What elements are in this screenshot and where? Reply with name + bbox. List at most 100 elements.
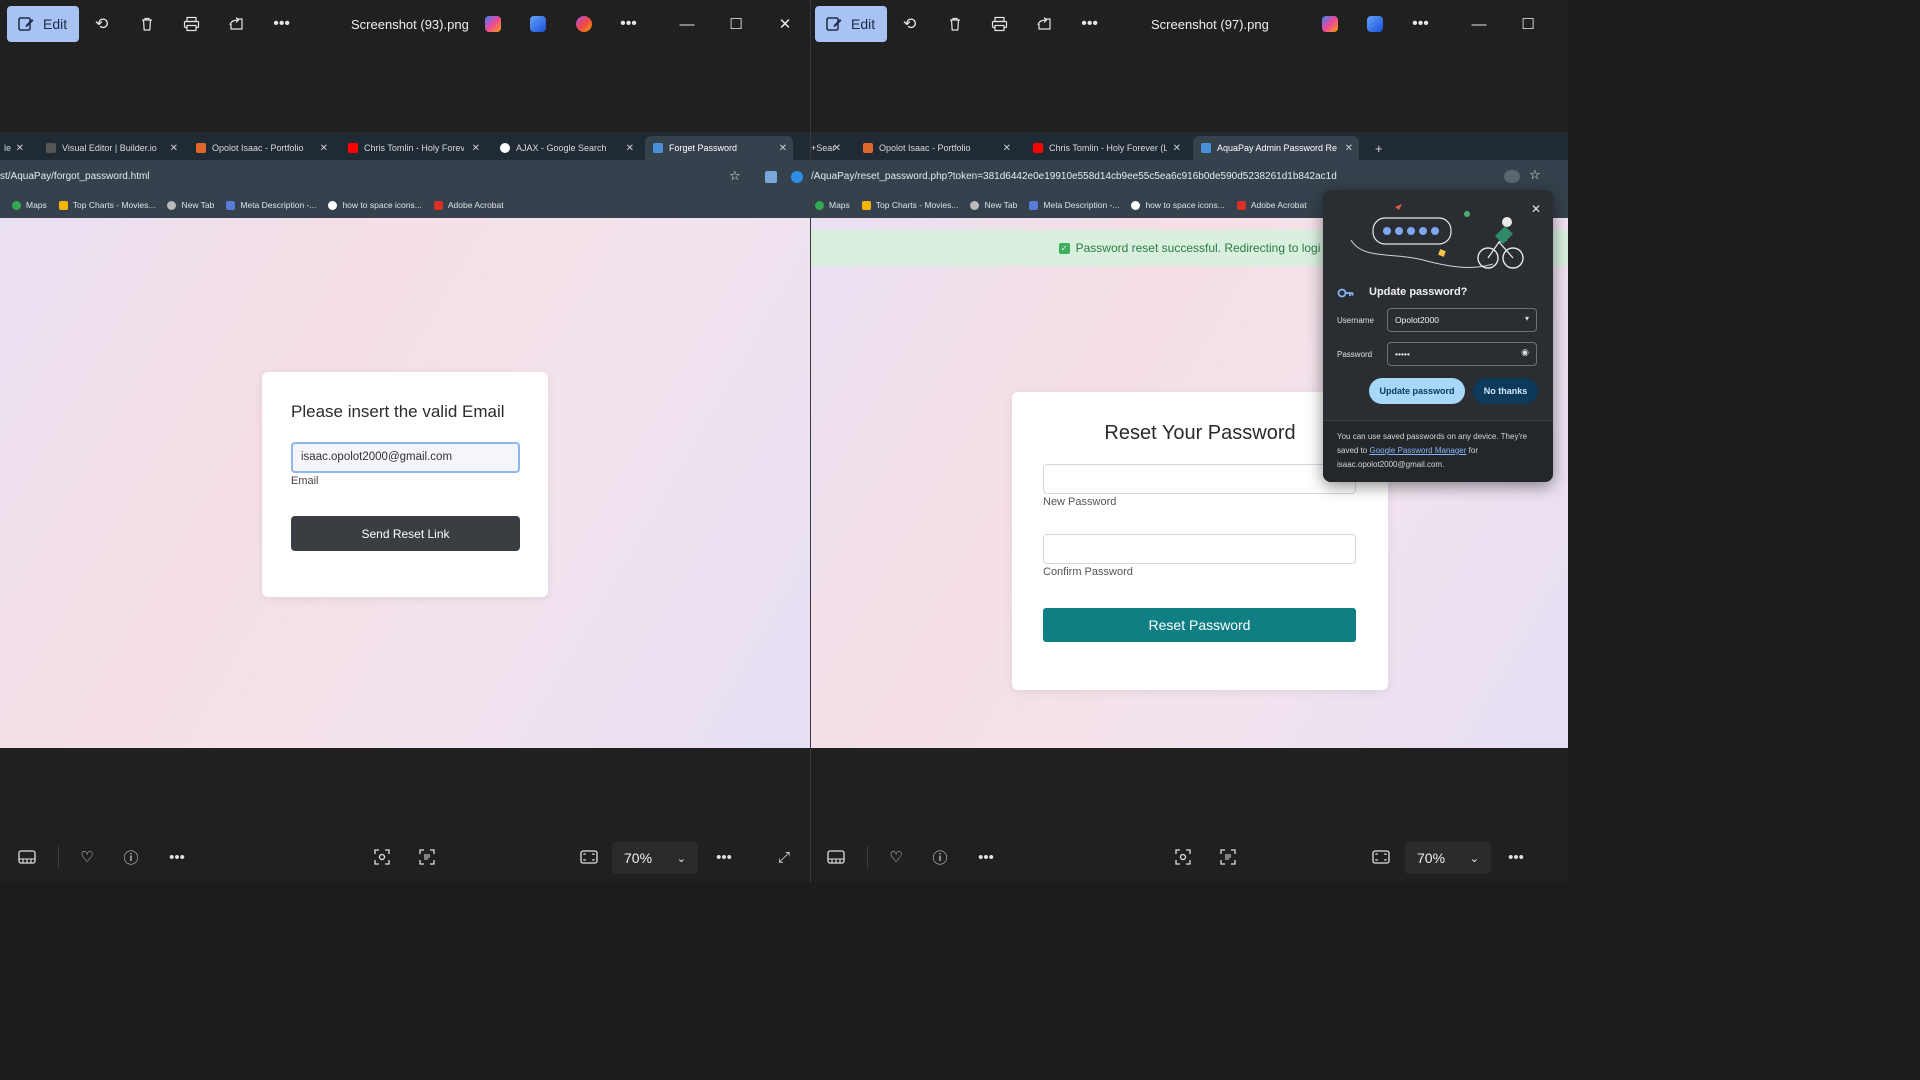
visual-search-icon[interactable]	[1168, 842, 1198, 872]
browser-tab[interactable]: Opolot Isaac - Portfolio ✕	[855, 136, 1017, 160]
close-tab-icon[interactable]: ✕	[170, 143, 178, 154]
close-icon[interactable]: ✕	[1531, 202, 1541, 216]
close-tab-icon[interactable]: ✕	[626, 143, 634, 154]
info-icon[interactable]: ⓘ	[925, 842, 955, 872]
youtube-favicon	[1033, 143, 1043, 153]
url-text[interactable]: /AquaPay/reset_password.php?token=381d64…	[811, 171, 1337, 182]
zoom-dropdown[interactable]: 70% ⌄	[1405, 842, 1491, 874]
clipchamp-icon[interactable]	[576, 16, 592, 32]
close-tab-icon[interactable]: ✕	[779, 143, 787, 154]
bookmark-space-icons[interactable]: how to space icons...	[322, 200, 427, 210]
url-text[interactable]: st/AquaPay/forgot_password.html	[0, 171, 150, 182]
info-icon[interactable]: ⓘ	[116, 842, 146, 872]
no-thanks-button[interactable]: No thanks	[1473, 378, 1538, 404]
bookmark-star-icon[interactable]: ☆	[729, 168, 741, 184]
acrobat-icon	[433, 200, 443, 210]
browser-tab[interactable]: Visual Editor | Builder.io ✕	[38, 136, 184, 160]
update-password-button[interactable]: Update password	[1369, 378, 1465, 404]
bookmark-maps[interactable]: Maps	[811, 200, 856, 210]
close-tab-icon[interactable]: ✕	[1003, 143, 1011, 154]
designer-icon[interactable]	[1367, 16, 1383, 32]
delete-icon[interactable]	[124, 6, 169, 42]
close-tab-icon[interactable]: ✕	[16, 143, 24, 154]
browser-tab-active[interactable]: Forget Password ✕	[645, 136, 793, 160]
bookmark-top-charts[interactable]: Top Charts - Movies...	[856, 200, 965, 210]
bookmark-new-tab[interactable]: New Tab	[161, 200, 220, 210]
password-field[interactable]: ••••• ◉	[1387, 342, 1537, 366]
minimize-icon[interactable]: —	[1456, 10, 1502, 38]
filmstrip-icon[interactable]	[821, 842, 851, 872]
delete-icon[interactable]	[932, 6, 977, 42]
close-tab-icon[interactable]: ✕	[833, 143, 841, 154]
maximize-icon[interactable]: ☐	[713, 10, 759, 38]
address-bar[interactable]: /AquaPay/reset_password.php?token=381d64…	[811, 160, 1568, 194]
fit-to-window-icon[interactable]	[574, 842, 604, 872]
text-scan-icon[interactable]	[412, 842, 442, 872]
browser-tab[interactable]: Opolot Isaac - Portfolio ✕	[188, 136, 334, 160]
bookmark-space-icons[interactable]: how to space icons...	[1125, 200, 1230, 210]
send-reset-link-button[interactable]: Send Reset Link	[291, 516, 520, 551]
copilot-icon[interactable]	[485, 16, 501, 32]
more-options-icon[interactable]: •••	[971, 842, 1001, 872]
password-key-icon[interactable]	[1504, 170, 1520, 183]
browser-tab[interactable]: AJAX - Google Search ✕	[492, 136, 640, 160]
share-icon[interactable]	[214, 6, 259, 42]
more-apps-icon[interactable]: •••	[1398, 6, 1443, 42]
bookmark-meta-description[interactable]: Meta Description -...	[220, 200, 322, 210]
bookmark-top-charts[interactable]: Top Charts - Movies...	[53, 200, 162, 210]
confirm-password-input[interactable]	[1043, 534, 1356, 564]
more-options-icon[interactable]: •••	[1501, 842, 1531, 872]
favorite-icon[interactable]: ♡	[72, 842, 102, 872]
new-password-input[interactable]	[1043, 464, 1356, 494]
bookmark-new-tab[interactable]: New Tab	[964, 200, 1023, 210]
browser-tab[interactable]: Chris Tomlin - Holy Forever (Liv ✕	[1025, 136, 1187, 160]
copilot-icon[interactable]	[1322, 16, 1338, 32]
username-select[interactable]: Opolot2000 ▾	[1387, 308, 1537, 332]
visual-search-icon[interactable]	[367, 842, 397, 872]
reset-password-button[interactable]: Reset Password	[1043, 608, 1356, 642]
browser-tab[interactable]: +Sear ✕	[811, 136, 847, 160]
edit-button[interactable]: Edit	[7, 6, 80, 42]
bookmark-meta-description[interactable]: Meta Description -...	[1023, 200, 1125, 210]
close-tab-icon[interactable]: ✕	[1345, 143, 1353, 154]
favorite-icon[interactable]: ♡	[881, 842, 911, 872]
fit-to-window-icon[interactable]	[1366, 842, 1396, 872]
designer-icon[interactable]	[530, 16, 546, 32]
fullscreen-icon[interactable]: ⤢	[769, 842, 799, 872]
close-icon[interactable]: ✕	[762, 10, 808, 38]
close-tab-icon[interactable]: ✕	[472, 143, 480, 154]
eye-icon[interactable]: ◉	[1521, 347, 1529, 358]
browser-tab-active[interactable]: AquaPay Admin Password Rese ✕	[1193, 136, 1359, 160]
tab-label: Opolot Isaac - Portfolio	[212, 143, 304, 153]
google-password-manager-link[interactable]: Google Password Manager	[1369, 446, 1466, 455]
address-bar[interactable]: st/AquaPay/forgot_password.html ☆	[0, 160, 810, 194]
maximize-icon[interactable]: ☐	[1505, 10, 1551, 38]
share-icon[interactable]	[1022, 6, 1067, 42]
bookmark-star-icon[interactable]: ☆	[1529, 167, 1541, 183]
bookmark-adobe-acrobat[interactable]: Adobe Acrobat	[1231, 200, 1313, 210]
more-options-icon[interactable]: •••	[1067, 6, 1112, 42]
new-tab-button[interactable]: +	[1367, 136, 1387, 160]
bookmark-adobe-acrobat[interactable]: Adobe Acrobat	[428, 200, 510, 210]
close-tab-icon[interactable]: ✕	[1173, 143, 1181, 154]
browser-tab[interactable]: le ✕	[0, 136, 30, 160]
extension-icon[interactable]	[765, 171, 777, 183]
text-scan-icon[interactable]	[1213, 842, 1243, 872]
edit-button[interactable]: Edit	[815, 6, 888, 42]
minimize-icon[interactable]: —	[664, 10, 710, 38]
bookmark-maps[interactable]: Maps	[0, 200, 53, 210]
print-icon[interactable]	[169, 6, 214, 42]
more-options-icon[interactable]: •••	[709, 842, 739, 872]
zoom-dropdown[interactable]: 70% ⌄	[612, 842, 698, 874]
print-icon[interactable]	[977, 6, 1022, 42]
rotate-icon[interactable]: ⟲	[887, 6, 932, 42]
rotate-icon[interactable]: ⟲	[79, 6, 124, 42]
more-options-icon[interactable]: •••	[162, 842, 192, 872]
extension-icon[interactable]	[791, 171, 803, 183]
filmstrip-icon[interactable]	[12, 842, 42, 872]
close-tab-icon[interactable]: ✕	[320, 143, 328, 154]
more-apps-icon[interactable]: •••	[606, 6, 651, 42]
more-options-icon[interactable]: •••	[259, 6, 304, 42]
email-input[interactable]: isaac.opolot2000@gmail.com	[291, 442, 520, 473]
browser-tab[interactable]: Chris Tomlin - Holy Forever ✕	[340, 136, 486, 160]
